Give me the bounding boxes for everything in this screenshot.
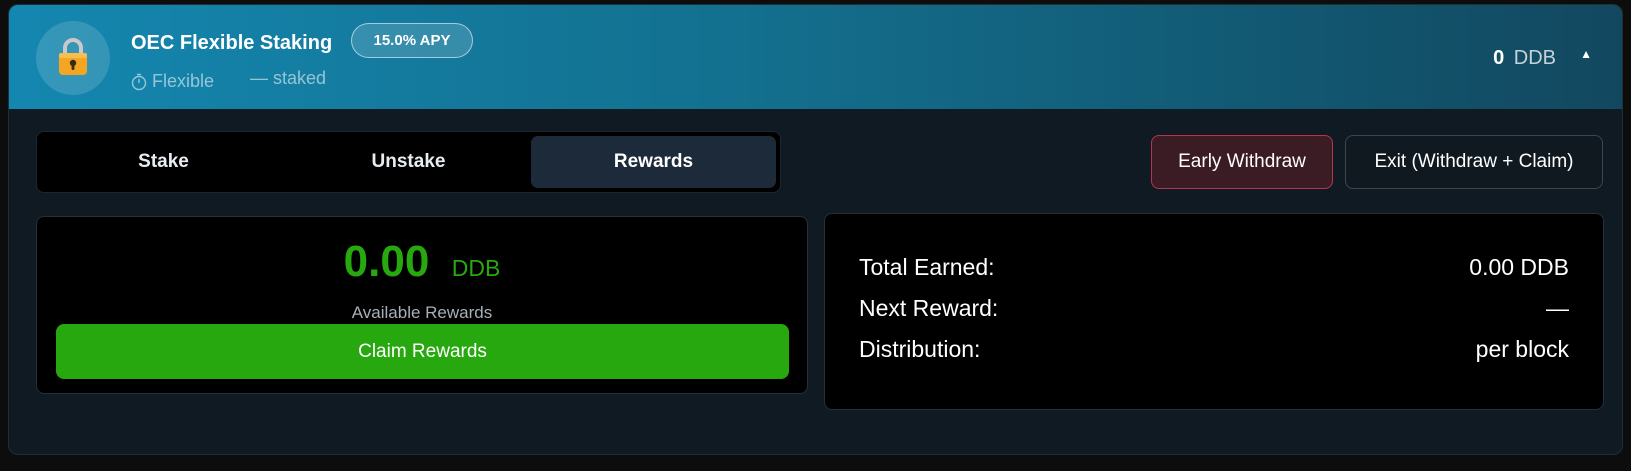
stat-label: Next Reward: — [859, 295, 999, 321]
action-tabs: Stake Unstake Rewards — [36, 131, 781, 193]
rewards-panel: 0.00 DDB Available Rewards Claim Rewards — [36, 216, 808, 394]
available-rewards-label: Available Rewards — [351, 303, 493, 322]
tab-stake[interactable]: Stake — [41, 136, 286, 188]
pool-balance: 0 DDB — [1493, 47, 1556, 70]
pool-type-label: Flexible — [152, 71, 215, 91]
pool-icon-badge — [36, 21, 110, 95]
pool-name: OEC Flexible Staking — [131, 32, 333, 54]
reward-stats-panel: Total Earned: 0.00 DDB Next Reward: — Di… — [824, 213, 1604, 410]
balance-unit: DDB — [1513, 47, 1556, 69]
balance-amount: 0 — [1493, 47, 1505, 69]
reward-amount: 0.00 — [343, 237, 430, 286]
timer-icon — [131, 73, 147, 90]
reward-amount-display: 0.00 DDB — [37, 237, 807, 287]
staking-pool-card: OEC Flexible Staking 15.0% APY Flexible … — [8, 4, 1623, 455]
apy-badge: 15.0% APY — [351, 23, 473, 58]
stat-label: Total Earned: — [859, 254, 995, 280]
stat-distribution: Distribution: per block — [859, 336, 1569, 377]
stat-next-reward: Next Reward: — — [859, 295, 1569, 336]
claim-rewards-button[interactable]: Claim Rewards — [56, 324, 789, 379]
pool-header[interactable]: OEC Flexible Staking 15.0% APY Flexible … — [9, 5, 1622, 109]
reward-unit: DDB — [451, 255, 501, 281]
pool-type: Flexible — [131, 71, 214, 92]
stat-value: 0.00 DDB — [1469, 254, 1569, 280]
stat-label: Distribution: — [859, 336, 981, 362]
tab-rewards[interactable]: Rewards — [531, 136, 776, 188]
lock-icon — [59, 38, 87, 75]
collapse-chevron-icon[interactable]: ▲ — [1580, 47, 1592, 61]
stat-total-earned: Total Earned: 0.00 DDB — [859, 254, 1569, 295]
exit-button[interactable]: Exit (Withdraw + Claim) — [1345, 135, 1603, 189]
staked-amount: — staked — [250, 68, 327, 88]
early-withdraw-button[interactable]: Early Withdraw — [1151, 135, 1333, 189]
stat-value: per block — [1475, 336, 1569, 362]
stat-value: — — [1546, 295, 1569, 321]
tab-unstake[interactable]: Unstake — [286, 136, 531, 188]
